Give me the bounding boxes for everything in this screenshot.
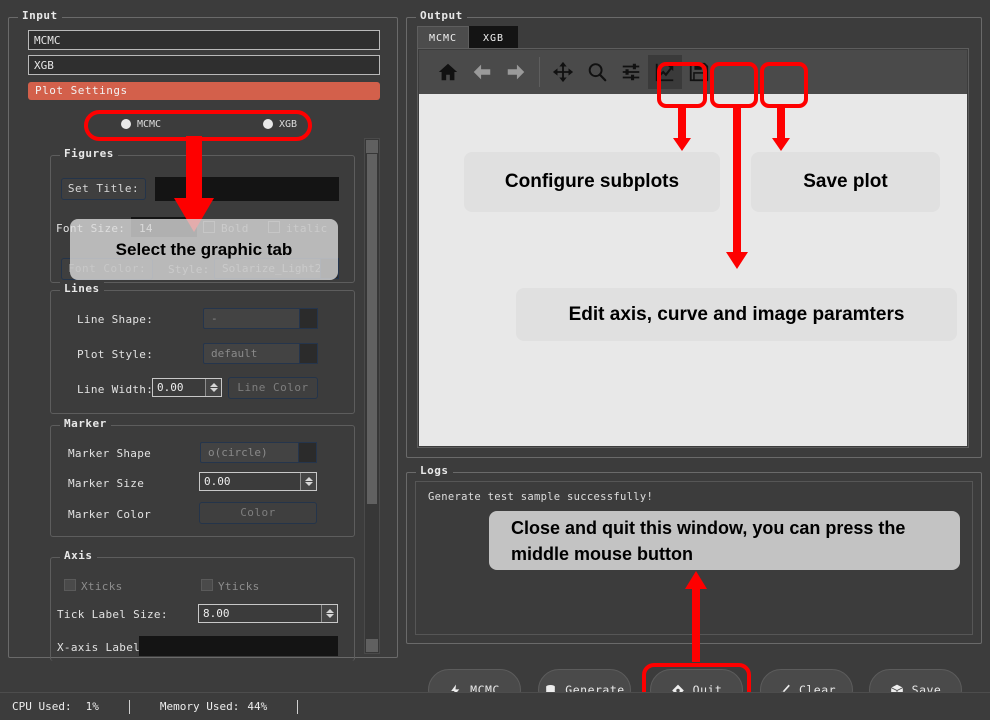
home-icon[interactable] xyxy=(431,55,465,89)
marker-color-button[interactable]: Color xyxy=(199,502,317,524)
plot-canvas[interactable] xyxy=(419,94,967,446)
marker-size-spinbox[interactable]: 0.00 xyxy=(199,472,317,491)
style-combo[interactable]: Solarize_Light2 xyxy=(214,258,339,279)
tick-label-size-stepper[interactable] xyxy=(321,605,337,622)
tick-label-size-value: 8.00 xyxy=(203,607,230,620)
chevron-down-icon xyxy=(299,343,318,364)
marker-shape-value: o(circle) xyxy=(208,446,268,459)
arrow-left-icon[interactable] xyxy=(465,55,499,89)
bold-checkbox[interactable] xyxy=(203,221,215,233)
toolbar-separator xyxy=(539,57,540,87)
style-combo-value: Solarize_Light2 xyxy=(222,262,322,275)
lines-legend: Lines xyxy=(60,282,104,295)
marker-legend: Marker xyxy=(60,417,111,430)
bold-label: Bold xyxy=(221,222,249,235)
plot-frame xyxy=(417,48,969,448)
cpu-used-label: CPU Used: xyxy=(12,700,72,713)
radio-label-mcmc: MCMC xyxy=(137,119,162,130)
chevron-down-icon xyxy=(298,442,317,463)
italic-checkbox[interactable] xyxy=(268,221,280,233)
input-panel-scrollbar[interactable] xyxy=(364,138,380,654)
marker-size-label: Marker Size xyxy=(68,477,145,490)
sliders-icon[interactable] xyxy=(614,55,648,89)
status-divider-1 xyxy=(128,699,130,714)
plot-style-combo[interactable]: default xyxy=(203,343,318,364)
tab-mcmc[interactable]: MCMC xyxy=(417,26,469,49)
tick-label-size-label: Tick Label Size: xyxy=(57,608,168,621)
marker-color-label: Marker Color xyxy=(68,508,152,521)
line-shape-combo[interactable]: - xyxy=(203,308,318,329)
input-field-xgb[interactable]: XGB xyxy=(28,55,380,75)
matplotlib-toolbar xyxy=(419,50,967,94)
italic-label: italic xyxy=(286,222,328,235)
x-axis-label-label: X-axis Label: xyxy=(57,641,147,654)
marker-shape-label: Marker Shape xyxy=(68,447,152,460)
radio-xgb[interactable]: XGB xyxy=(263,119,297,130)
stepper-up-icon xyxy=(209,383,218,387)
font-size-value: 14 xyxy=(139,222,153,235)
tab-xgb[interactable]: XGB xyxy=(469,26,518,49)
stepper-up-icon xyxy=(304,477,313,481)
line-width-stepper[interactable] xyxy=(205,379,221,396)
radio-mcmc[interactable]: MCMC xyxy=(121,119,161,130)
move-icon[interactable] xyxy=(546,55,580,89)
x-axis-label-input[interactable] xyxy=(139,636,338,656)
xticks-label: Xticks xyxy=(81,580,123,593)
font-color-button[interactable]: Font Color: xyxy=(61,258,153,280)
marker-size-value: 0.00 xyxy=(204,475,231,488)
stepper-down-icon xyxy=(325,614,334,618)
logs-panel: Logs Generate test sample successfully! xyxy=(406,464,982,644)
memory-used-value: 44% xyxy=(247,700,268,713)
line-width-label: Line Width: xyxy=(77,383,154,396)
scrollbar-up-button[interactable] xyxy=(366,140,378,153)
title-input[interactable] xyxy=(155,177,339,201)
chevron-down-icon xyxy=(299,308,318,329)
xticks-checkbox[interactable] xyxy=(64,579,76,591)
line-width-spinbox[interactable]: 0.00 xyxy=(152,378,222,397)
input-field-mcmc[interactable]: MCMC xyxy=(28,30,380,50)
line-shape-value: - xyxy=(211,312,218,325)
stepper-down-icon xyxy=(304,482,313,486)
floppy-disk-icon[interactable] xyxy=(682,55,716,89)
plot-style-label: Plot Style: xyxy=(77,348,154,361)
yticks-checkbox[interactable] xyxy=(201,579,213,591)
status-divider-2 xyxy=(297,699,299,714)
tick-label-size-spinbox[interactable]: 8.00 xyxy=(198,604,338,623)
marker-shape-combo[interactable]: o(circle) xyxy=(200,442,317,463)
cpu-used-value: 1% xyxy=(85,700,99,713)
style-label: Style: xyxy=(168,263,210,276)
output-panel: Output MCMC XGB xyxy=(406,9,982,458)
stepper-up-icon xyxy=(325,609,334,613)
yticks-label: Yticks xyxy=(218,580,260,593)
radio-label-xgb: XGB xyxy=(279,119,298,130)
chart-line-icon[interactable] xyxy=(648,55,682,89)
status-bar: CPU Used: 1% Memory Used: 44% xyxy=(0,692,990,720)
magnifier-icon[interactable] xyxy=(580,55,614,89)
input-panel-legend: Input xyxy=(18,9,62,22)
stepper-down-icon xyxy=(209,388,218,392)
set-title-button[interactable]: Set Title: xyxy=(61,178,146,200)
logs-legend: Logs xyxy=(416,464,453,477)
plot-settings-button[interactable]: Plot Settings xyxy=(28,82,380,100)
logs-textarea[interactable]: Generate test sample successfully! xyxy=(415,481,973,635)
memory-used-label: Memory Used: xyxy=(159,700,240,713)
scrollbar-down-button[interactable] xyxy=(366,639,378,652)
arrow-right-icon[interactable] xyxy=(499,55,533,89)
plot-style-value: default xyxy=(211,347,258,360)
radio-dot-xgb xyxy=(263,119,273,129)
axis-legend: Axis xyxy=(60,549,97,562)
chevron-down-icon xyxy=(320,258,339,279)
font-size-label: Font Size: xyxy=(56,222,126,235)
model-radio-group: MCMC XGB xyxy=(85,113,313,138)
line-shape-label: Line Shape: xyxy=(77,313,154,326)
marker-size-stepper[interactable] xyxy=(300,473,316,490)
line-color-button[interactable]: Line Color xyxy=(228,377,318,399)
figures-legend: Figures xyxy=(60,147,118,160)
scrollbar-thumb[interactable] xyxy=(367,154,377,504)
line-width-value: 0.00 xyxy=(157,381,184,394)
output-panel-legend: Output xyxy=(416,9,467,22)
radio-dot-mcmc xyxy=(121,119,131,129)
